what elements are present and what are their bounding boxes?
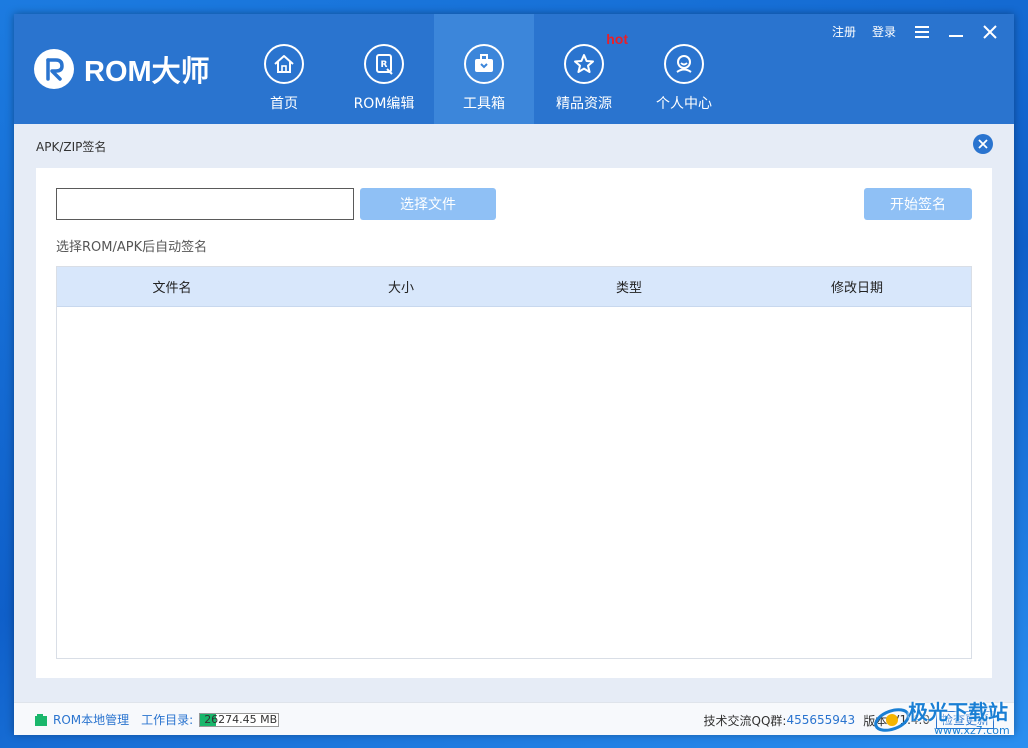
app-window: ROM大师 首页 R ROM编辑 工具箱 精品资源 hot 个人中心 注册 登录… xyxy=(14,14,1014,735)
login-link[interactable]: 登录 xyxy=(872,23,896,40)
app-logo: ROM大师 xyxy=(34,47,210,91)
nav-toolbox-label: 工具箱 xyxy=(463,96,505,112)
column-header-size[interactable]: 大小 xyxy=(287,267,515,306)
file-table: 文件名 大小 类型 修改日期 xyxy=(56,266,972,659)
logo-text: ROM大师 xyxy=(84,56,210,88)
nav-toolbox[interactable]: 工具箱 xyxy=(434,14,534,124)
tool-title: APK/ZIP签名 xyxy=(36,140,107,154)
rom-edit-icon: R xyxy=(364,44,404,84)
tool-close-icon[interactable] xyxy=(973,134,993,154)
file-path-input[interactable] xyxy=(56,188,354,220)
nav-profile[interactable]: 个人中心 xyxy=(634,14,734,124)
watermark-text: 极光下载站 xyxy=(908,700,1008,724)
star-icon xyxy=(564,44,604,84)
nav-home-label: 首页 xyxy=(270,96,298,112)
column-header-modified[interactable]: 修改日期 xyxy=(743,267,971,306)
table-header: 文件名 大小 类型 修改日期 xyxy=(57,267,971,307)
close-icon[interactable] xyxy=(982,24,998,40)
nav-profile-label: 个人中心 xyxy=(656,96,712,112)
choose-file-button[interactable]: 选择文件 xyxy=(360,188,496,220)
hot-badge: hot xyxy=(606,31,628,47)
home-icon xyxy=(264,44,304,84)
start-sign-button[interactable]: 开始签名 xyxy=(864,188,972,220)
register-link[interactable]: 注册 xyxy=(832,23,856,40)
window-controls: 注册 登录 xyxy=(816,23,998,40)
hint-text: 选择ROM/APK后自动签名 xyxy=(56,240,208,255)
nav-resources[interactable]: 精品资源 hot xyxy=(534,14,634,124)
status-bar: ROM本地管理 工作目录: 26274.45 MB 技术交流QQ群: 45565… xyxy=(14,702,1014,735)
qq-number[interactable]: 455655943 xyxy=(786,713,855,727)
header-bar: ROM大师 首页 R ROM编辑 工具箱 精品资源 hot 个人中心 注册 登录 xyxy=(14,14,1014,124)
sign-panel: 选择文件 开始签名 选择ROM/APK后自动签名 文件名 大小 类型 修改日期 xyxy=(36,168,992,678)
minimize-icon[interactable] xyxy=(948,24,964,40)
folder-icon xyxy=(34,713,48,727)
toolbox-icon xyxy=(464,44,504,84)
site-watermark: 极光下载站 www.xz7.com xyxy=(872,694,1022,744)
nav-rom-edit-label: ROM编辑 xyxy=(353,96,415,112)
watermark-logo-icon xyxy=(874,708,910,732)
disk-usage-bar: 26274.45 MB xyxy=(199,712,280,727)
nav-rom-edit[interactable]: R ROM编辑 xyxy=(334,14,434,124)
nav-resources-label: 精品资源 xyxy=(556,96,612,112)
watermark-url: www.xz7.com xyxy=(934,724,1010,737)
main-nav: 首页 R ROM编辑 工具箱 精品资源 hot 个人中心 xyxy=(234,14,734,124)
rom-local-manage-link[interactable]: ROM本地管理 xyxy=(53,711,129,728)
status-left: ROM本地管理 工作目录: 26274.45 MB xyxy=(34,711,280,728)
svg-text:R: R xyxy=(381,60,388,70)
column-header-type[interactable]: 类型 xyxy=(515,267,743,306)
nav-home[interactable]: 首页 xyxy=(234,14,334,124)
menu-icon[interactable] xyxy=(914,24,930,40)
workdir-label[interactable]: 工作目录: xyxy=(141,711,193,728)
qq-label: 技术交流QQ群: xyxy=(703,713,787,728)
column-header-filename[interactable]: 文件名 xyxy=(57,267,287,306)
logo-r-icon xyxy=(34,49,74,89)
disk-usage-text: 26274.45 MB xyxy=(204,712,278,726)
user-icon xyxy=(664,44,704,84)
